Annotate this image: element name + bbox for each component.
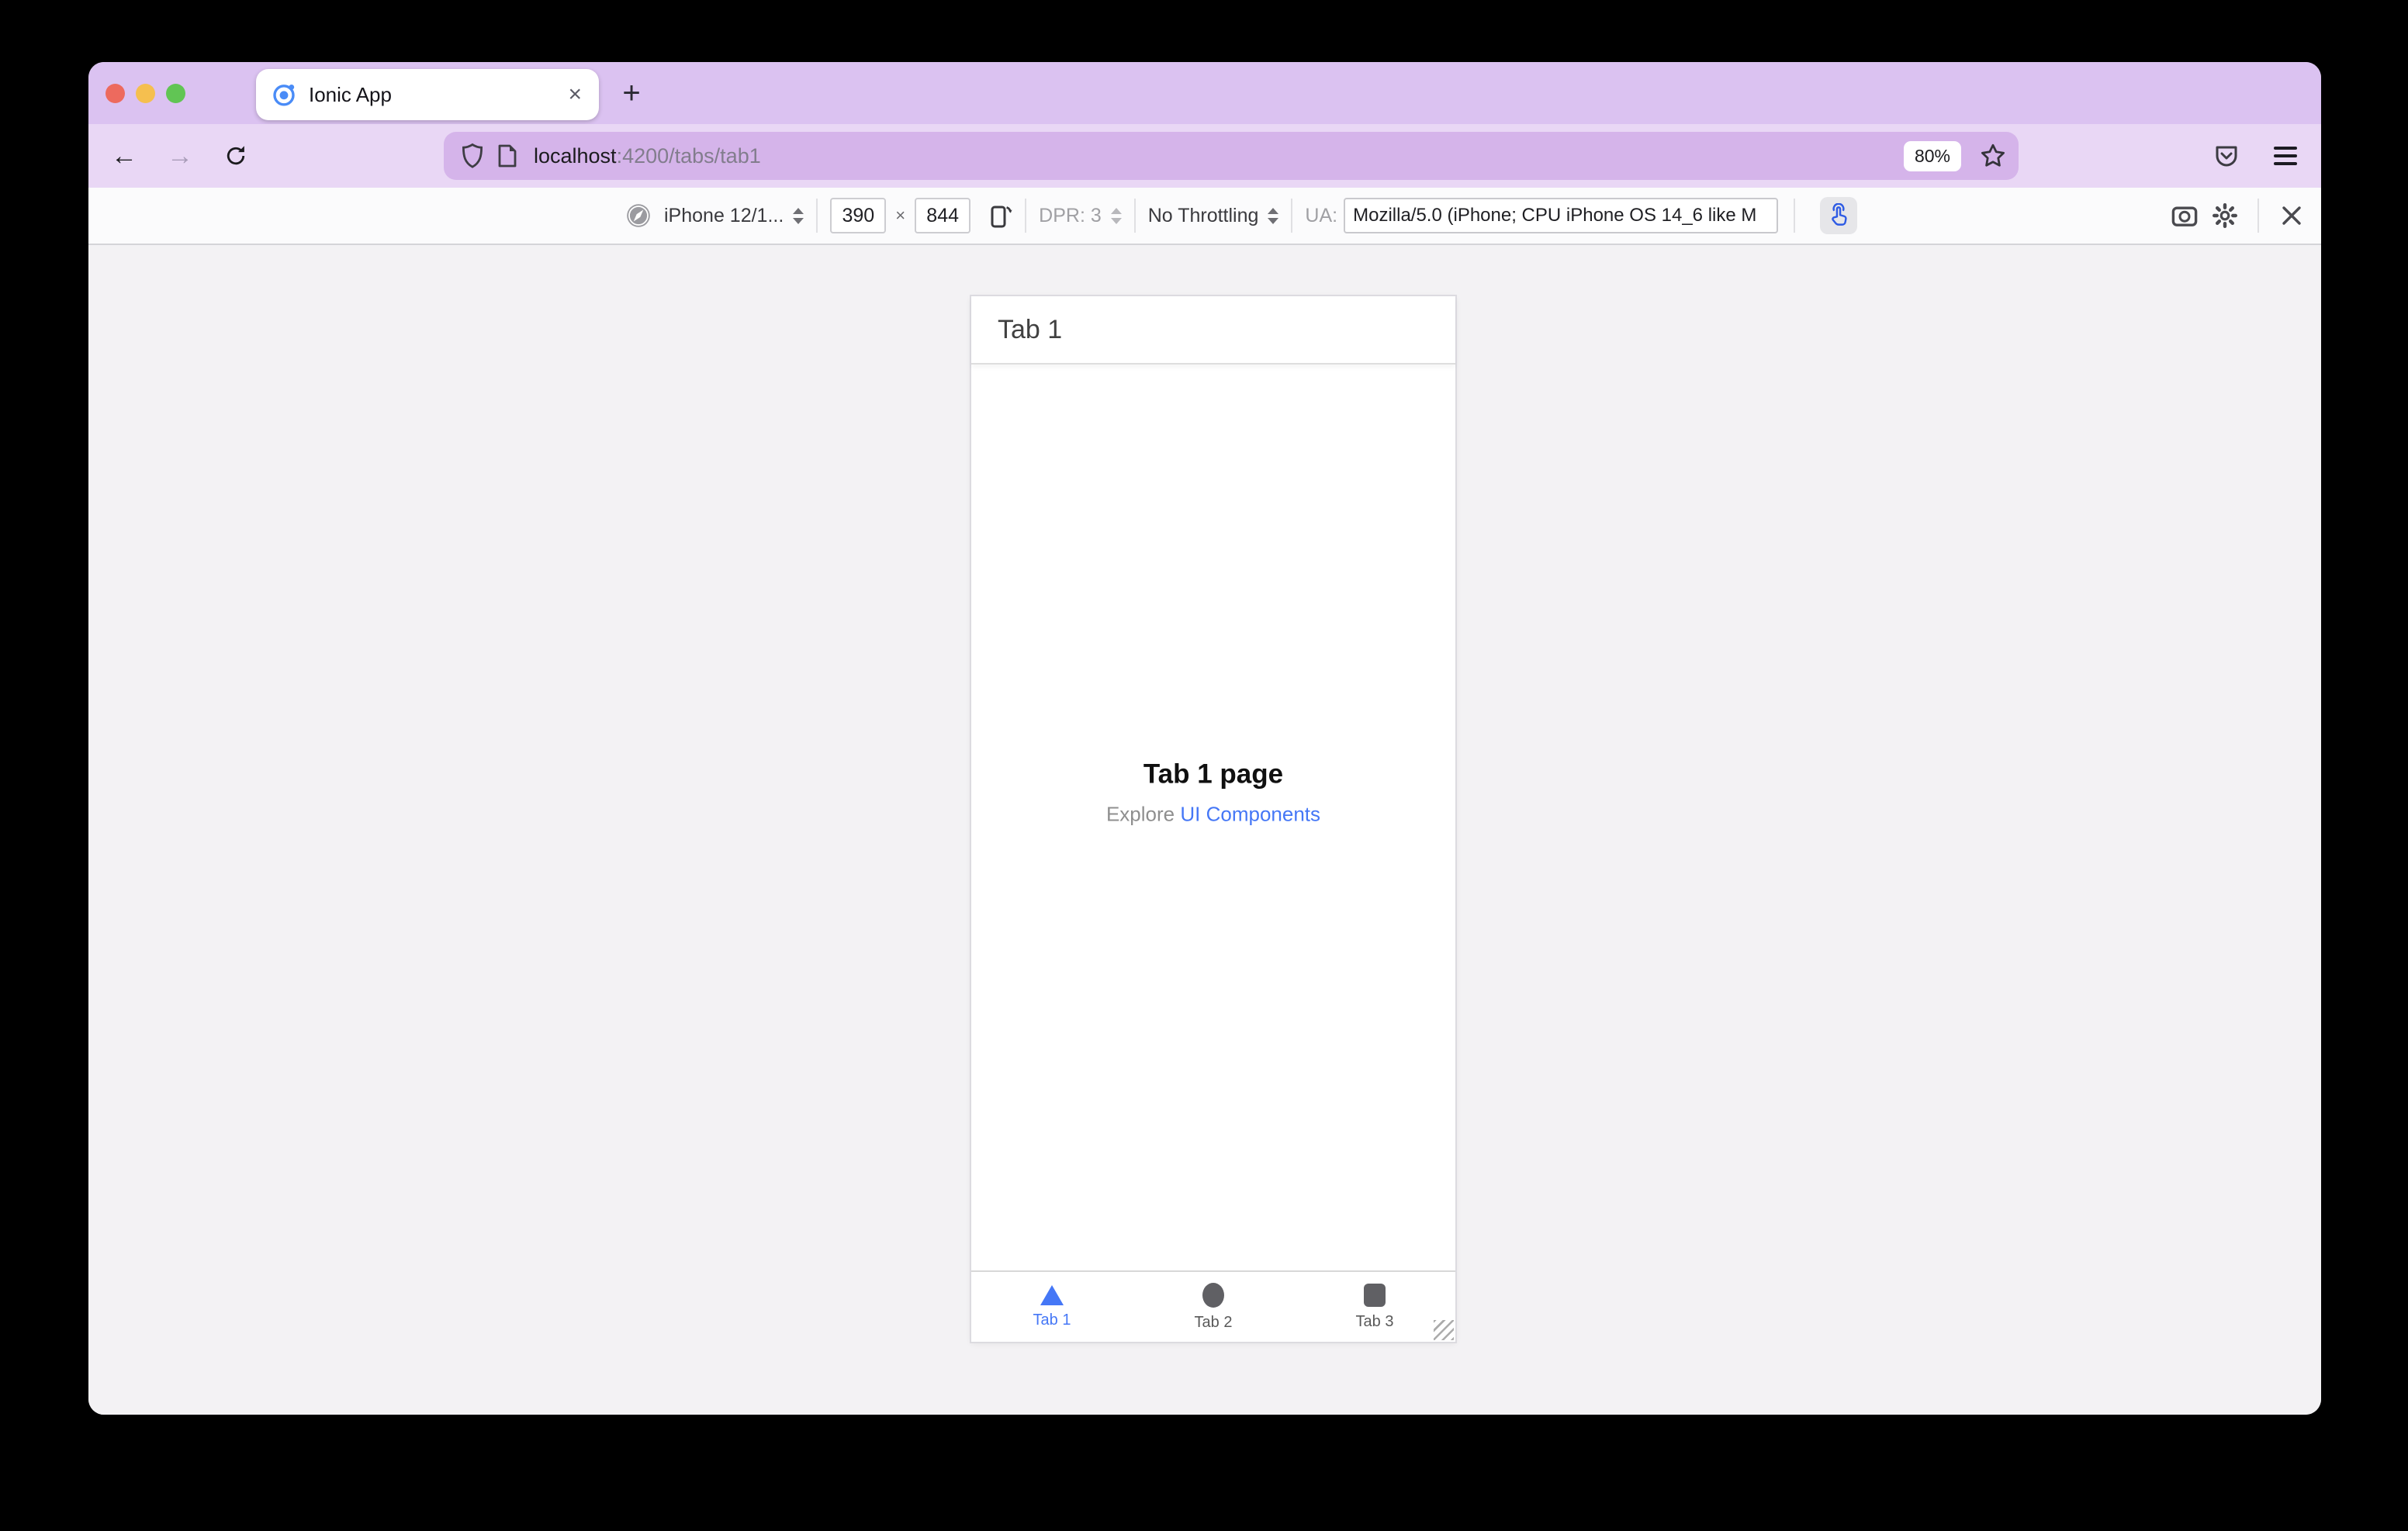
- new-tab-button[interactable]: +: [611, 73, 652, 113]
- menu-button[interactable]: [2264, 133, 2307, 179]
- rotate-viewport-icon[interactable]: [986, 202, 1012, 229]
- app-header: Tab 1: [971, 296, 1455, 365]
- dpr-stepper-icon: [1110, 207, 1122, 224]
- url-host: localhost: [534, 143, 617, 168]
- tab-label: Tab 1: [1033, 1311, 1071, 1329]
- tab-button-tab2[interactable]: Tab 2: [1133, 1272, 1294, 1342]
- explore-text: Explore: [1105, 802, 1181, 826]
- tab-button-tab1[interactable]: Tab 1: [971, 1272, 1133, 1342]
- dpr-selector[interactable]: DPR: 3: [1039, 205, 1102, 227]
- back-button[interactable]: ←: [101, 133, 147, 179]
- browser-compass-icon: [625, 202, 652, 229]
- rdm-toolbar: iPhone 12/1... × DPR: 3 No Throttl: [88, 188, 2321, 245]
- browser-tab[interactable]: Ionic App ×: [256, 69, 599, 120]
- throttling-selector[interactable]: No Throttling: [1148, 205, 1259, 227]
- viewport-width-input[interactable]: [830, 198, 887, 233]
- rdm-right-controls: [2164, 188, 2312, 244]
- browser-window: Ionic App × + ← → localhost:4200/tabs/ta…: [88, 62, 2321, 1415]
- pocket-icon[interactable]: [2205, 133, 2248, 179]
- tab-close-icon[interactable]: ×: [563, 81, 586, 108]
- tab-label: Tab 3: [1355, 1312, 1394, 1330]
- screen: Ionic App × + ← → localhost:4200/tabs/ta…: [0, 0, 2408, 1531]
- tab-title: Ionic App: [309, 82, 392, 106]
- app-page-content: Tab 1 page Explore UI Components: [971, 365, 1455, 1270]
- ua-label: UA:: [1305, 204, 1338, 226]
- touch-simulation-toggle[interactable]: [1820, 197, 1858, 234]
- dimension-separator: ×: [895, 206, 906, 225]
- zoom-level-badge[interactable]: 80%: [1903, 140, 1961, 171]
- bookmark-star-icon[interactable]: [1980, 143, 2006, 169]
- square-icon: [1364, 1283, 1386, 1307]
- zoom-window-button[interactable]: [166, 83, 185, 103]
- ui-components-link[interactable]: UI Components: [1180, 803, 1320, 826]
- navigation-toolbar: ← → localhost:4200/tabs/tab1 80%: [88, 124, 2321, 188]
- app-tab-bar: Tab 1 Tab 2 Tab 3: [971, 1270, 1455, 1342]
- tab-button-tab3[interactable]: Tab 3: [1294, 1272, 1455, 1342]
- rdm-content-area: Tab 1 Tab 1 page Explore UI Components T…: [88, 245, 2321, 1415]
- page-center-block: Tab 1 page Explore UI Components: [971, 759, 1455, 827]
- url-path: :4200/tabs/tab1: [616, 143, 761, 168]
- device-selector[interactable]: iPhone 12/1...: [664, 205, 784, 227]
- viewport-resize-handle[interactable]: [1434, 1320, 1454, 1340]
- url-bar[interactable]: localhost:4200/tabs/tab1 80%: [444, 132, 2019, 180]
- device-viewport: Tab 1 Tab 1 page Explore UI Components T…: [971, 296, 1455, 1342]
- rdm-left-controls: iPhone 12/1... × DPR: 3 No Throttl: [625, 188, 1858, 244]
- user-agent-input[interactable]: [1344, 198, 1779, 233]
- screenshot-camera-icon[interactable]: [2164, 195, 2205, 236]
- forward-button[interactable]: →: [157, 133, 203, 179]
- hamburger-icon: [2274, 147, 2297, 165]
- throttling-stepper-icon[interactable]: [1268, 207, 1279, 224]
- minimize-window-button[interactable]: [136, 83, 155, 103]
- ionic-logo-icon: [272, 82, 296, 107]
- rdm-settings-gear-icon[interactable]: [2205, 195, 2245, 236]
- rdm-close-icon[interactable]: [2271, 195, 2312, 236]
- reload-button[interactable]: [213, 133, 259, 179]
- triangle-icon: [1040, 1284, 1064, 1305]
- device-selector-stepper-icon[interactable]: [793, 207, 804, 224]
- tab-strip: Ionic App × +: [88, 62, 2321, 124]
- tab-label: Tab 2: [1194, 1313, 1233, 1331]
- url-text: localhost:4200/tabs/tab1: [534, 144, 1904, 168]
- page-title: Tab 1 page: [1143, 759, 1284, 790]
- ellipse-icon: [1202, 1282, 1224, 1308]
- window-controls: [106, 83, 185, 103]
- viewport-height-input[interactable]: [915, 198, 971, 233]
- shield-icon[interactable]: [461, 143, 484, 169]
- page-info-icon[interactable]: [496, 143, 518, 168]
- close-window-button[interactable]: [106, 83, 125, 103]
- page-subtitle: Explore UI Components: [971, 803, 1455, 827]
- touch-hand-icon: [1832, 203, 1847, 226]
- app-header-title: Tab 1: [998, 314, 1063, 344]
